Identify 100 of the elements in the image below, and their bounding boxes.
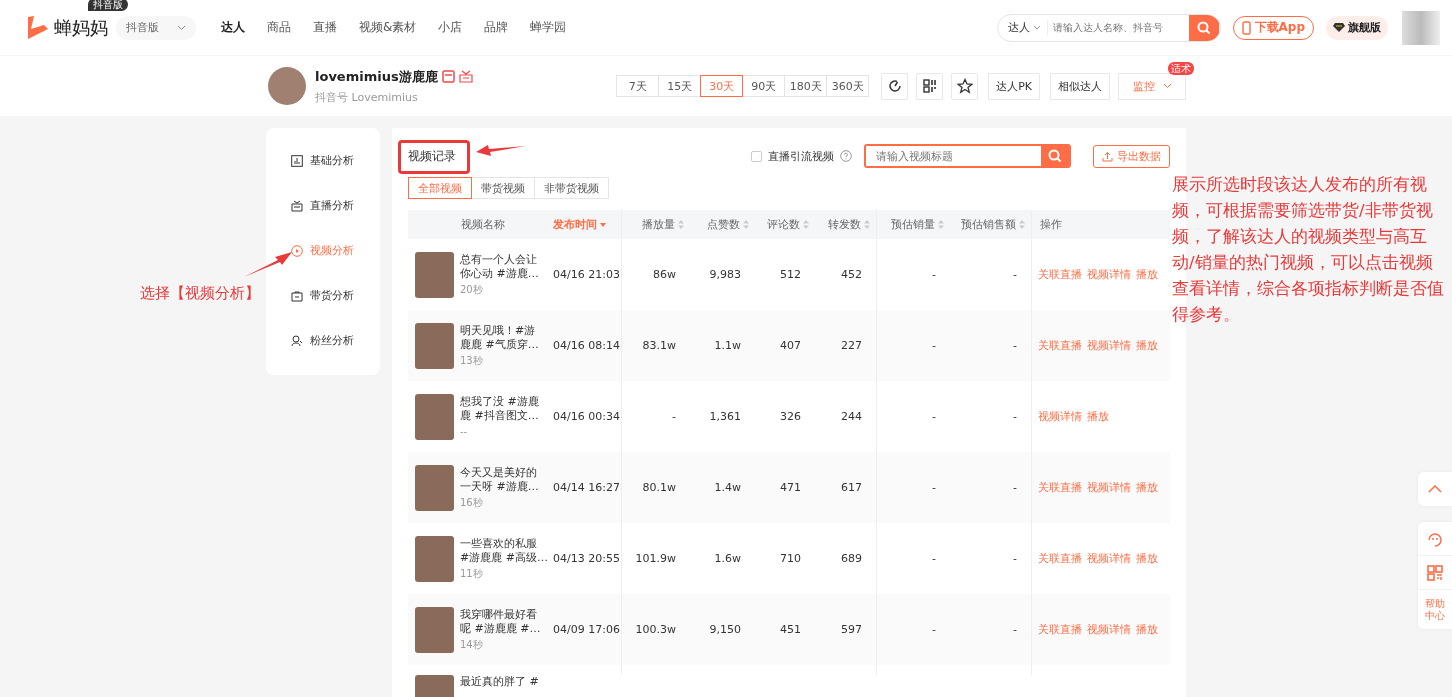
nav-link[interactable]: 直播 (302, 19, 348, 36)
table-cell: 86w (653, 268, 676, 281)
video-thumbnail[interactable] (415, 535, 454, 582)
time-range-tab[interactable]: 180天 (784, 75, 828, 97)
sortable-column-header[interactable]: 转发数 (828, 217, 870, 232)
nav-link[interactable]: 品牌 (473, 19, 520, 36)
video-duration: 14秒 (460, 639, 484, 651)
video-title[interactable]: 我穿哪件最好看 呢 #游鹿鹿 #… (460, 608, 541, 636)
refresh-icon (887, 79, 902, 93)
sortable-column-header[interactable]: 预估销量 (891, 217, 944, 232)
compare-button[interactable]: 达人PK (988, 72, 1040, 100)
qr-code-button[interactable] (916, 72, 944, 100)
nav-link[interactable]: 商品 (256, 19, 302, 36)
search-button[interactable] (1188, 14, 1219, 41)
filter-tab[interactable]: 带货视频 (471, 177, 535, 199)
video-title[interactable]: 一些喜欢的私服 #游鹿鹿 #高级… (460, 537, 548, 565)
sortable-column-header[interactable]: 点赞数 (707, 217, 749, 232)
sidebar-item[interactable]: 基础分析 (266, 138, 380, 183)
diamond-icon (1333, 22, 1345, 33)
video-duration: 20秒 (460, 284, 484, 296)
table-cell: 227 (841, 339, 862, 352)
similar-button[interactable]: 相似达人 (1050, 72, 1110, 100)
video-thumbnail[interactable] (415, 606, 454, 653)
publish-time: 04/16 21:03 (553, 268, 620, 281)
video-thumbnail[interactable] (415, 251, 454, 298)
flagship-button[interactable]: 旗舰版 (1326, 15, 1388, 40)
video-title[interactable]: 明天见哦！#游 鹿鹿 #气质穿… (460, 324, 539, 352)
column-header: 视频名称 (461, 217, 505, 232)
video-duration: 11秒 (460, 568, 484, 580)
bag-icon (291, 289, 303, 302)
time-range-tab[interactable]: 360天 (826, 75, 870, 97)
profile-name: lovemimius游鹿鹿 (315, 67, 438, 86)
table-cell: 617 (841, 481, 862, 494)
video-duration: -- (460, 426, 469, 438)
table-cell: - (932, 481, 936, 494)
table-cell: 407 (780, 339, 801, 352)
publish-time: 04/16 08:14 (553, 339, 620, 352)
video-title[interactable]: 最近真的胖了 # (460, 675, 539, 689)
video-thumbnail[interactable] (415, 464, 454, 511)
search-icon (1048, 149, 1062, 163)
filter-tab[interactable]: 非带货视频 (534, 177, 609, 199)
sort-down-icon (600, 222, 606, 227)
video-title[interactable]: 总有一个人会让 你心动 #游鹿… (460, 253, 539, 281)
platform-select[interactable]: 抖音版 (116, 15, 196, 40)
nav-link[interactable]: 视频&素材 (348, 19, 428, 36)
table-cell: 452 (841, 268, 862, 281)
arrow-drawing (476, 144, 526, 158)
table-cell: - (932, 623, 936, 636)
nav-link[interactable]: 小店 (427, 19, 474, 36)
nav-link[interactable]: 达人 (210, 19, 256, 36)
sidebar-item[interactable]: 带货分析 (266, 273, 380, 318)
phone-icon (1241, 20, 1251, 35)
section-title: 视频记录 (408, 147, 456, 165)
live-icon (458, 70, 473, 83)
favorite-button[interactable] (951, 72, 979, 100)
profile-avatar (268, 67, 306, 105)
monitor-badge: 适术 (1168, 61, 1194, 75)
table-cell: - (1013, 552, 1017, 565)
nav-link[interactable]: 蝉学园 (519, 19, 578, 36)
table-cell: - (1013, 481, 1017, 494)
video-thumbnail[interactable] (415, 322, 454, 369)
chevron-up-icon (1428, 485, 1442, 493)
tv-icon (291, 199, 303, 212)
chevron-down-icon (177, 24, 186, 31)
account-id: 抖音号 Lovemimius (315, 89, 419, 105)
sortable-column-header[interactable]: 评论数 (767, 217, 809, 232)
sort-icon (864, 220, 870, 229)
publish-time: 04/13 20:55 (553, 552, 620, 565)
table-cell: - (932, 339, 936, 352)
video-search-bar[interactable]: 请输入视频标题 (864, 144, 1071, 168)
star-icon (956, 78, 973, 94)
sortable-column-header[interactable]: 预估销售额 (961, 217, 1025, 232)
table-cell: - (932, 268, 936, 281)
table-cell: 100.3w (635, 623, 676, 636)
table-cell: 1,361 (709, 410, 741, 423)
sidebar-item[interactable]: 直播分析 (266, 183, 380, 228)
table-cell: 1.6w (714, 552, 741, 565)
table-cell: 1.4w (714, 481, 741, 494)
publish-time: 04/09 17:06 (553, 623, 620, 636)
shop-icon (441, 70, 455, 83)
sortable-column-header[interactable]: 播放量 (642, 217, 684, 232)
refresh-button[interactable] (881, 72, 909, 100)
sidebar-item[interactable]: 粉丝分析 (266, 318, 380, 363)
table-cell: 597 (841, 623, 862, 636)
table-cell: 244 (841, 410, 862, 423)
live-filter-checkbox[interactable]: 直播引流视频 (751, 148, 834, 164)
table-cell: 80.1w (642, 481, 676, 494)
time-range-tab[interactable]: 7天 (616, 75, 660, 97)
search-button[interactable] (1041, 146, 1069, 166)
publish-time: 04/14 16:27 (553, 481, 620, 494)
video-thumbnail[interactable] (415, 393, 454, 440)
table-cell: - (932, 552, 936, 565)
video-duration: 16秒 (460, 497, 484, 509)
headset-icon (1427, 530, 1443, 547)
video-title[interactable]: 今天又是美好的 一天呀 #游鹿… (460, 466, 539, 494)
chevron-down-icon (1032, 25, 1041, 30)
table-cell: - (1013, 339, 1017, 352)
time-range-tab[interactable]: 90天 (742, 75, 786, 97)
time-range-tab[interactable]: 15天 (658, 75, 702, 97)
video-title[interactable]: 想我了没 #游鹿 鹿 #抖音图文… (460, 395, 539, 423)
